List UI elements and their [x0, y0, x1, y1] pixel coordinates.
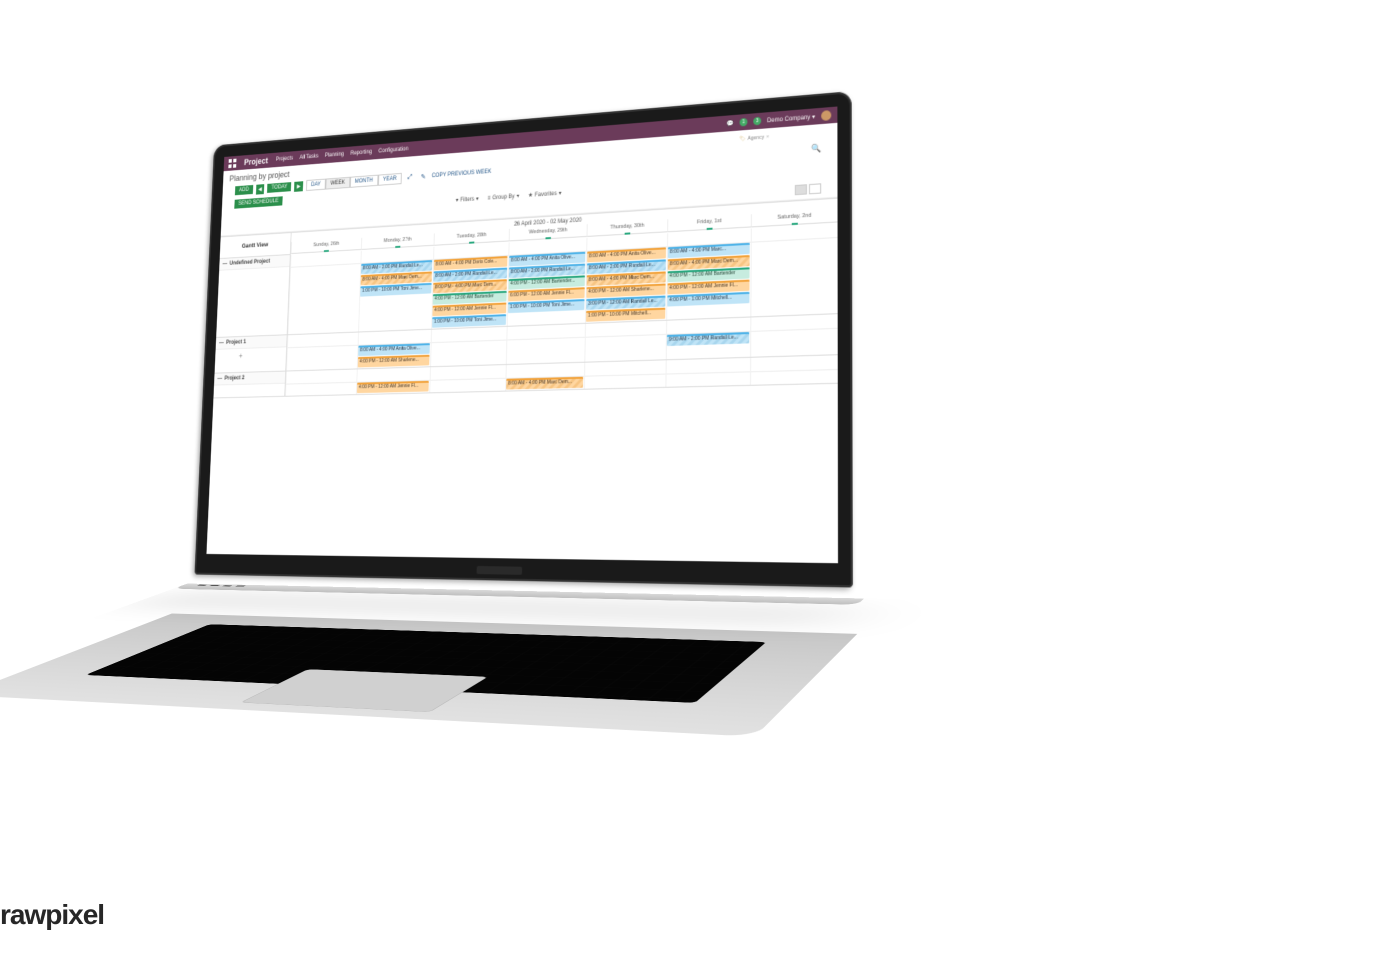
view-gantt-icon[interactable] — [795, 184, 807, 195]
gantt-task[interactable]: 4:00 PM - 12:00 AM Bartender — [668, 267, 750, 282]
gantt-task[interactable]: 3:00 PM - 12:00 AM Randall Le... — [586, 296, 665, 310]
gantt-task[interactable]: 8:00 AM - 4:00 PM Anita Olive... — [587, 247, 666, 262]
next-button[interactable]: ▶ — [294, 181, 303, 192]
gantt-task[interactable]: 4:00 PM - 12:00 AM Jennie Fl... — [357, 381, 429, 393]
laptop-hinge — [173, 584, 864, 605]
gantt-task[interactable]: 8:00 AM - 4:00 PM Marc Dem... — [587, 271, 666, 286]
gantt-task[interactable]: 4:00 PM - 1:00 PM Mitchell... — [667, 292, 749, 307]
close-icon[interactable]: × — [766, 134, 769, 140]
apps-icon[interactable] — [228, 159, 236, 169]
expand-icon[interactable]: ⤢ — [405, 174, 415, 182]
notif-badge-2[interactable]: 3 — [753, 117, 761, 126]
gantt-task[interactable]: 4:00 PM - 12:00 AM Sharlene... — [358, 355, 430, 368]
day-header: Saturday, 2nd — [751, 209, 838, 227]
range-week[interactable]: WEEK — [325, 177, 350, 190]
menu-configuration[interactable]: Configuration — [378, 146, 408, 154]
view-list-icon[interactable] — [809, 183, 821, 194]
breadcrumb-tag[interactable]: 🏷 Agency × — [739, 134, 769, 142]
notif-badge-1[interactable]: 1 — [740, 118, 748, 127]
menu-all-tasks[interactable]: All Tasks — [299, 154, 318, 161]
day-header: Friday, 1st — [667, 214, 751, 232]
add-task-icon[interactable]: + — [239, 352, 243, 360]
laptop-base — [0, 614, 857, 737]
app-brand[interactable]: Project — [244, 156, 268, 167]
gantt-task[interactable]: 1:00 PM - 10:00 PM Toni Jime... — [432, 314, 506, 328]
gantt-chart: Gantt View 26 April 2020 - 02 May 2020 S… — [206, 198, 838, 564]
edit-icon[interactable]: ✎ — [418, 173, 428, 181]
add-button[interactable]: ADD — [235, 185, 253, 195]
company-switch[interactable]: Demo Company ▾ — [767, 113, 815, 124]
range-day[interactable]: DAY — [306, 179, 326, 191]
gantt-task[interactable]: 8:00 AM - 4:00 PM Marc Dem... — [668, 255, 750, 270]
gantt-task[interactable]: 8:00 AM - 4:00 PM Marc Dem... — [506, 377, 583, 390]
favorites-button[interactable]: ★ Favorites ▾ — [528, 190, 562, 199]
avatar[interactable] — [821, 110, 831, 121]
chat-icon[interactable]: 💬 — [726, 120, 733, 128]
groupby-button[interactable]: ≡ Group By ▾ — [487, 193, 519, 202]
gantt-task[interactable]: 4:00 PM - 12:00 AM Sharlene... — [586, 283, 665, 298]
copy-previous-week[interactable]: COPY PREVIOUS WEEK — [432, 169, 492, 179]
app-screen: Project Projects All Tasks Planning Repo… — [206, 107, 838, 564]
range-month[interactable]: MONTH — [350, 175, 378, 188]
watermark: rawpixel — [0, 899, 104, 931]
gantt-task[interactable]: 8:00 AM - 4:00 PM Marc... — [668, 243, 750, 258]
menu-planning[interactable]: Planning — [325, 152, 344, 159]
search-icon[interactable]: 🔍 — [811, 143, 821, 153]
today-button[interactable]: TODAY — [267, 182, 291, 193]
group-header[interactable]: —Project 2 — [214, 372, 285, 386]
prev-button[interactable]: ◀ — [256, 184, 265, 195]
gantt-task[interactable]: 9:00 AM - 2:00 PM Randall Le... — [667, 332, 749, 346]
filters-button[interactable]: ▾ Filters ▾ — [456, 196, 479, 204]
gantt-task[interactable]: 8:00 AM - 2:00 PM Randall Le... — [587, 259, 666, 274]
gantt-task[interactable]: 4:00 PM - 12:00 AM Jennie Fl... — [667, 280, 749, 295]
gantt-task[interactable]: 1:00 PM - 10:00 PM Mitchell... — [586, 308, 665, 322]
menu-projects[interactable]: Projects — [276, 156, 293, 163]
range-year[interactable]: YEAR — [378, 173, 402, 186]
laptop-screen-bezel: Project Projects All Tasks Planning Repo… — [194, 91, 852, 587]
menu-reporting[interactable]: Reporting — [350, 149, 372, 156]
